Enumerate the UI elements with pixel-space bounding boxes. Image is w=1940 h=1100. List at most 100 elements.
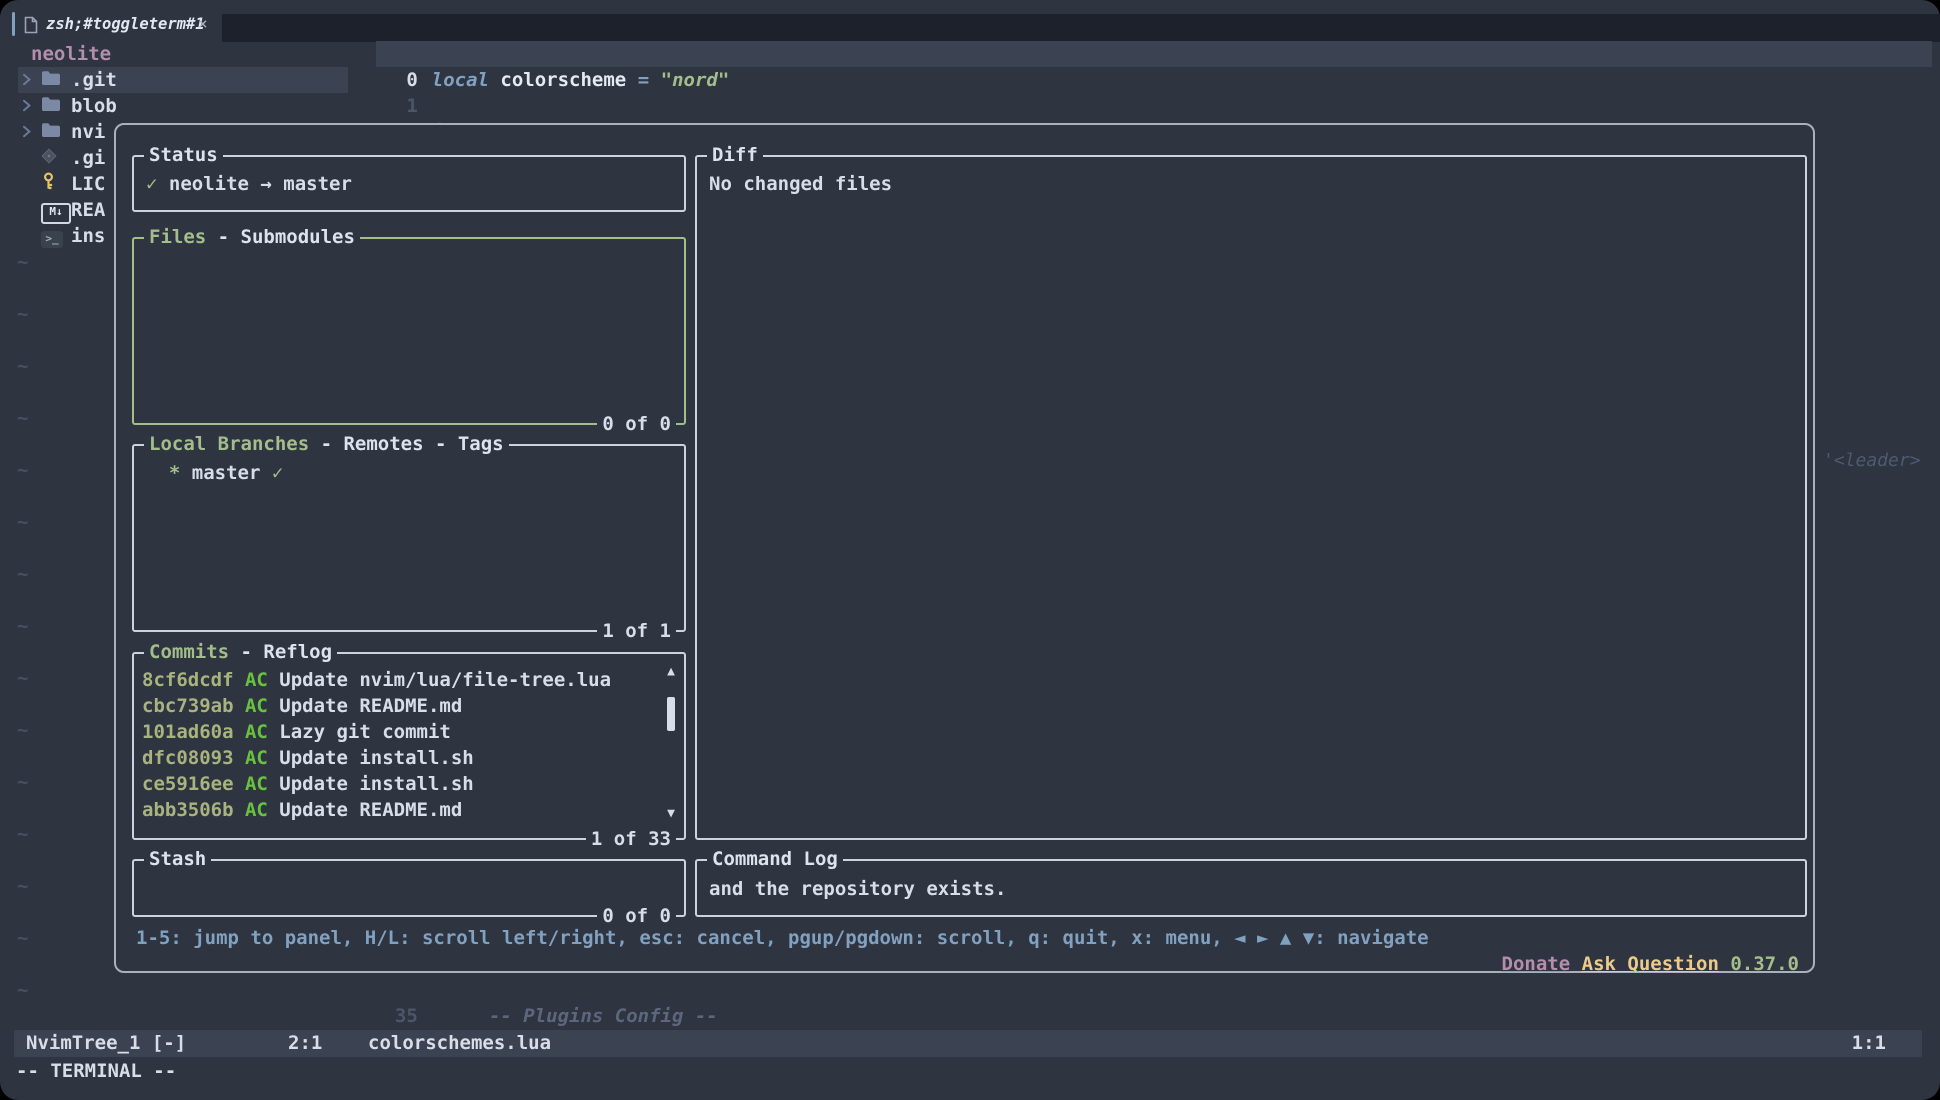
commit-author: AC — [245, 773, 279, 795]
command-log-content: and the repository exists. — [697, 861, 1805, 915]
commit-row[interactable]: cbc739ab AC Update README.md — [142, 693, 658, 719]
neovim-terminal-window: zsh;#toggleterm#1 × neolite .gitblobnvi.… — [0, 0, 1940, 1100]
tree-item-label: blob — [71, 93, 117, 119]
commit-author: AC — [245, 695, 279, 717]
tree-item-label: nvi — [71, 119, 105, 145]
empty-line-tilde: ~ — [17, 249, 28, 275]
scrollbar-thumb[interactable] — [667, 697, 675, 731]
commit-author: AC — [245, 747, 279, 769]
mode-indicator: -- TERMINAL -- — [16, 1058, 176, 1084]
stash-panel-title: Stash — [144, 846, 211, 872]
empty-line-tilde: ~ — [17, 405, 28, 431]
commit-message: Update install.sh — [279, 773, 473, 795]
tree-item-git[interactable]: .git — [18, 67, 348, 93]
commit-hash: dfc08093 — [142, 747, 245, 769]
ask-question-link[interactable]: Ask Question — [1582, 953, 1719, 975]
commit-row[interactable]: ce5916ee AC Update install.sh — [142, 771, 658, 797]
markdown-icon: M↓ — [41, 196, 71, 224]
filetree-root[interactable]: neolite — [31, 41, 111, 67]
commit-hash: 101ad60a — [142, 721, 245, 743]
commit-message: Lazy git commit — [279, 721, 451, 743]
empty-line-tilde: ~ — [17, 821, 28, 847]
empty-line-tilde: ~ — [17, 665, 28, 691]
commit-hash: ce5916ee — [142, 773, 245, 795]
tree-item-label: ins — [71, 223, 105, 249]
empty-line-tilde: ~ — [17, 769, 28, 795]
commit-row[interactable]: dfc08093 AC Update install.sh — [142, 745, 658, 771]
lazygit-version: 0.37.0 — [1730, 953, 1799, 975]
folder-icon — [41, 67, 71, 93]
cursor-position-left: 2:1 — [288, 1030, 322, 1056]
empty-line-tilde: ~ — [17, 717, 28, 743]
branches-count: 1 of 1 — [597, 618, 676, 644]
commit-hash: abb3506b — [142, 799, 245, 821]
chevron-right-icon — [18, 67, 41, 93]
status-panel[interactable]: Status ✓ neolite → master — [132, 155, 686, 212]
empty-line-tilde: ~ — [17, 977, 28, 1003]
repo-name: neolite — [157, 173, 260, 195]
commit-row[interactable]: 101ad60a AC Lazy git commit — [142, 719, 658, 745]
diff-content: No changed files — [697, 157, 1805, 838]
commit-message: Update README.md — [279, 695, 462, 717]
cursor-position-right: 1:1 — [1852, 1030, 1886, 1056]
tree-item-label: LIC — [71, 171, 105, 197]
command-log-panel[interactable]: Command Log and the repository exists. — [695, 859, 1807, 917]
terminal-icon: >_ — [41, 223, 71, 249]
terminal-tab[interactable]: zsh;#toggleterm#1 × — [0, 6, 222, 42]
chevron-right-icon — [18, 93, 41, 119]
commit-message: Update nvim/lua/file-tree.lua — [279, 669, 611, 691]
tabline-background — [222, 14, 1940, 42]
donate-link[interactable]: Donate — [1502, 953, 1571, 975]
tree-item-blob[interactable]: blob — [18, 93, 348, 119]
empty-line-tilde: ~ — [17, 509, 28, 535]
license-icon — [41, 171, 71, 197]
stash-panel[interactable]: Stash 0 of 0 — [132, 859, 686, 917]
commit-hash: 8cf6dcdf — [142, 669, 245, 691]
check-icon: ✓ — [260, 462, 283, 484]
git-icon — [41, 145, 71, 171]
empty-line-tilde: ~ — [17, 561, 28, 587]
close-tab-icon[interactable]: × — [198, 11, 208, 37]
empty-line-tilde: ~ — [17, 353, 28, 379]
chevron-right-icon — [18, 119, 41, 145]
diff-panel[interactable]: Diff No changed files — [695, 155, 1807, 840]
files-panel[interactable]: Files - Submodules 0 of 0 — [132, 237, 686, 425]
commits-count: 1 of 33 — [586, 826, 676, 852]
scroll-down-icon[interactable]: ▼ — [663, 806, 679, 822]
empty-line-tilde: ~ — [17, 301, 28, 327]
commit-message: Update README.md — [279, 799, 462, 821]
folder-icon — [41, 119, 71, 145]
commit-author: AC — [245, 799, 279, 821]
arrow-right-icon: → — [260, 173, 271, 195]
empty-line-tilde: ~ — [17, 873, 28, 899]
commit-row[interactable]: 8cf6dcdf AC Update nvim/lua/file-tree.lu… — [142, 667, 658, 693]
scroll-up-icon[interactable]: ▲ — [663, 664, 679, 680]
branch-name: master — [192, 462, 261, 484]
commit-author: AC — [245, 721, 279, 743]
status-content: ✓ neolite → master — [134, 157, 684, 210]
active-tab-indicator — [12, 12, 15, 36]
commit-row[interactable]: abb3506b AC Update README.md — [142, 797, 658, 823]
tree-item-label: .git — [71, 67, 117, 93]
file-icon — [24, 15, 38, 41]
branches-panel[interactable]: Local Branches - Remotes - Tags * master… — [132, 444, 686, 632]
folder-icon — [41, 93, 71, 119]
tree-item-label: .gi — [71, 145, 105, 171]
buffer-name: NvimTree_1 [-] — [26, 1030, 186, 1056]
filename: colorschemes.lua — [368, 1030, 551, 1056]
keybindings-bar: 1-5: jump to panel, H/L: scroll left/rig… — [136, 925, 1429, 951]
tab-title: zsh;#toggleterm#1 — [46, 11, 205, 37]
files-panel-title: Files - Submodules — [144, 224, 360, 250]
commit-hash: cbc739ab — [142, 695, 245, 717]
commit-author: AC — [245, 669, 279, 691]
commit-message: Update install.sh — [279, 747, 473, 769]
branch-marker: * — [146, 462, 192, 484]
scrollbar[interactable]: ▲ ▼ — [663, 662, 679, 824]
commits-panel[interactable]: Commits - Reflog 8cf6dcdf AC Update nvim… — [132, 652, 686, 840]
leader-key-hint: '<leader> — [1823, 448, 1921, 474]
branch-row[interactable]: * master ✓ — [134, 446, 684, 630]
statusline: NvimTree_1 [-] 2:1 colorschemes.lua 1:1 — [14, 1030, 1922, 1057]
current-branch: master — [272, 173, 352, 195]
files-count: 0 of 0 — [597, 411, 676, 437]
empty-line-tilde: ~ — [17, 613, 28, 639]
